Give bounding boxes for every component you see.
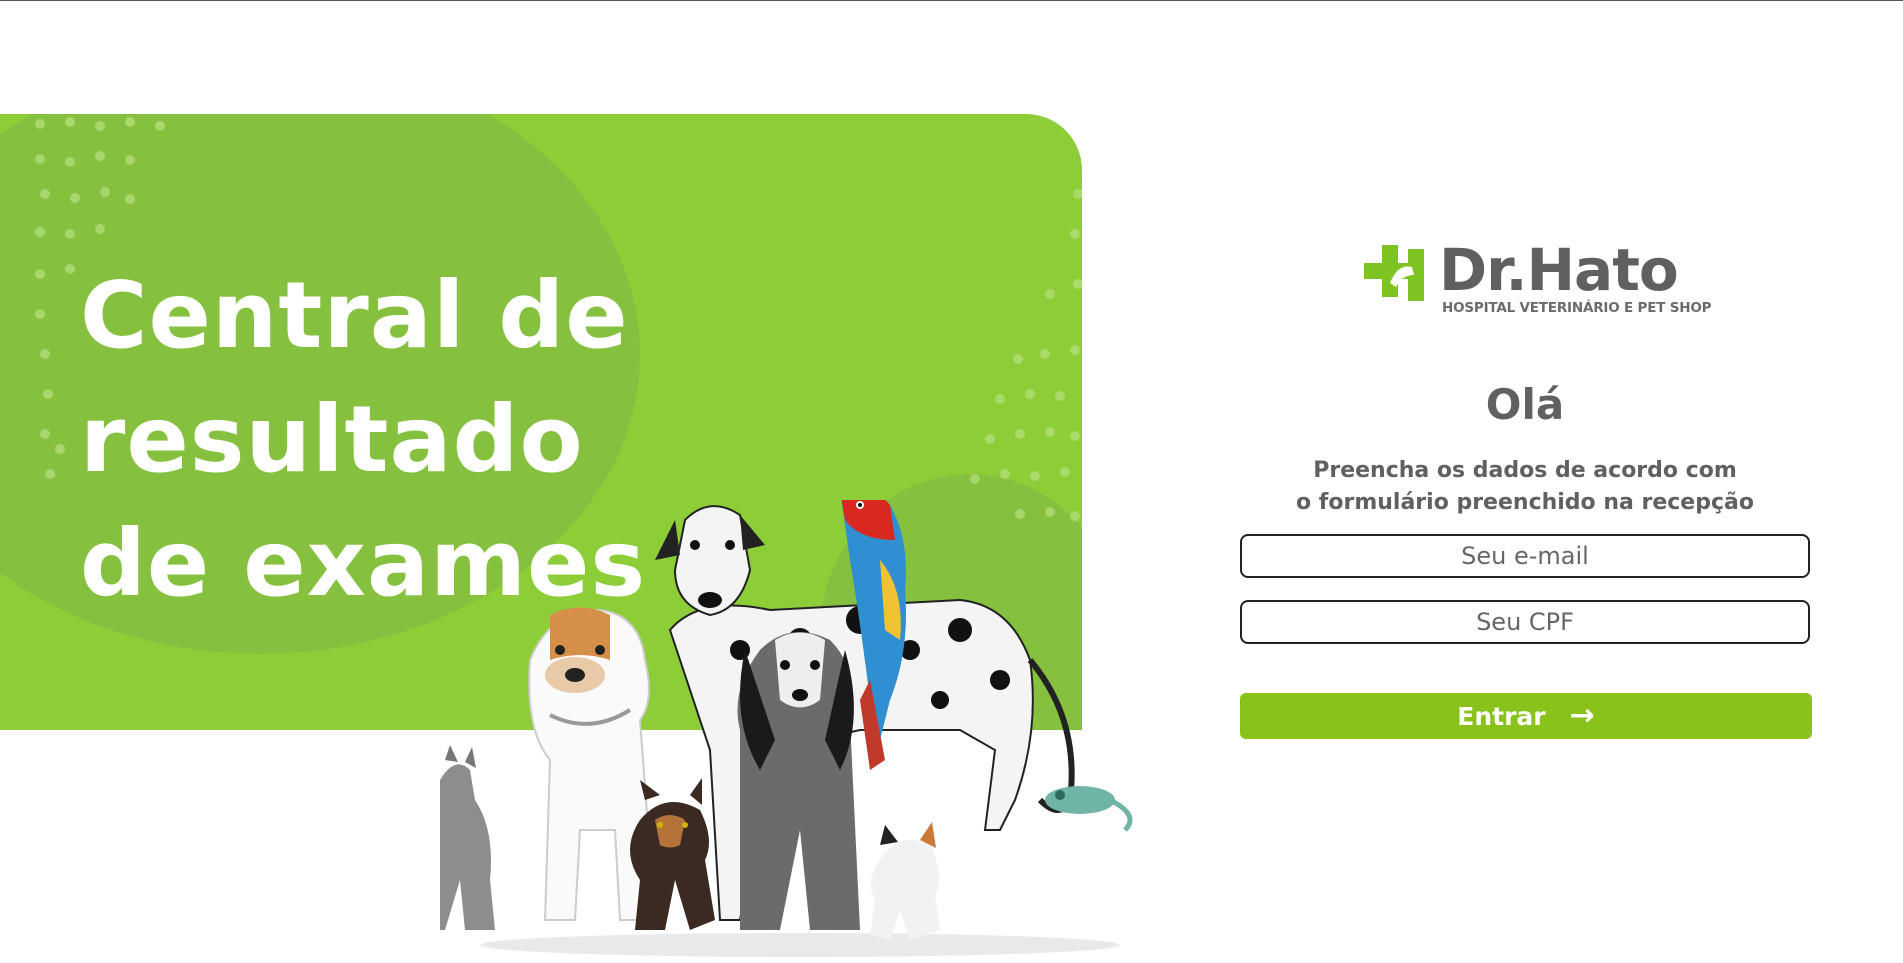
submit-button-label: Entrar <box>1457 701 1546 731</box>
spaniel-dog <box>737 632 860 930</box>
email-input[interactable] <box>1240 534 1810 578</box>
calico-kitten <box>870 822 940 940</box>
greeting-title: Olá <box>1485 380 1565 429</box>
cpf-input[interactable] <box>1240 600 1810 644</box>
dr-hato-logo: Dr.Hato HOSPITAL VETERINÁRIO E PET SHOP <box>1364 236 1712 320</box>
instruction-line: Preencha os dados de acordo com <box>1313 458 1737 483</box>
instruction-line: o formulário preenchido na recepção <box>1296 490 1754 515</box>
brand-tagline: HOSPITAL VETERINÁRIO E PET SHOP <box>1442 300 1712 316</box>
arrow-right-icon: → <box>1569 698 1595 733</box>
pets-group-illustration <box>440 500 1133 957</box>
form-instructions: Preencha os dados de acordo com o formul… <box>1240 455 1810 519</box>
chameleon <box>1045 786 1133 832</box>
medical-cross-icon <box>1364 245 1424 301</box>
tabby-kitten <box>440 745 495 930</box>
brand-name: Dr.Hato <box>1439 236 1679 304</box>
top-border <box>0 0 1903 1</box>
hero-title-line: resultado <box>80 386 584 493</box>
hero-title-line: Central de <box>80 262 629 369</box>
submit-button[interactable]: Entrar → <box>1240 693 1812 739</box>
